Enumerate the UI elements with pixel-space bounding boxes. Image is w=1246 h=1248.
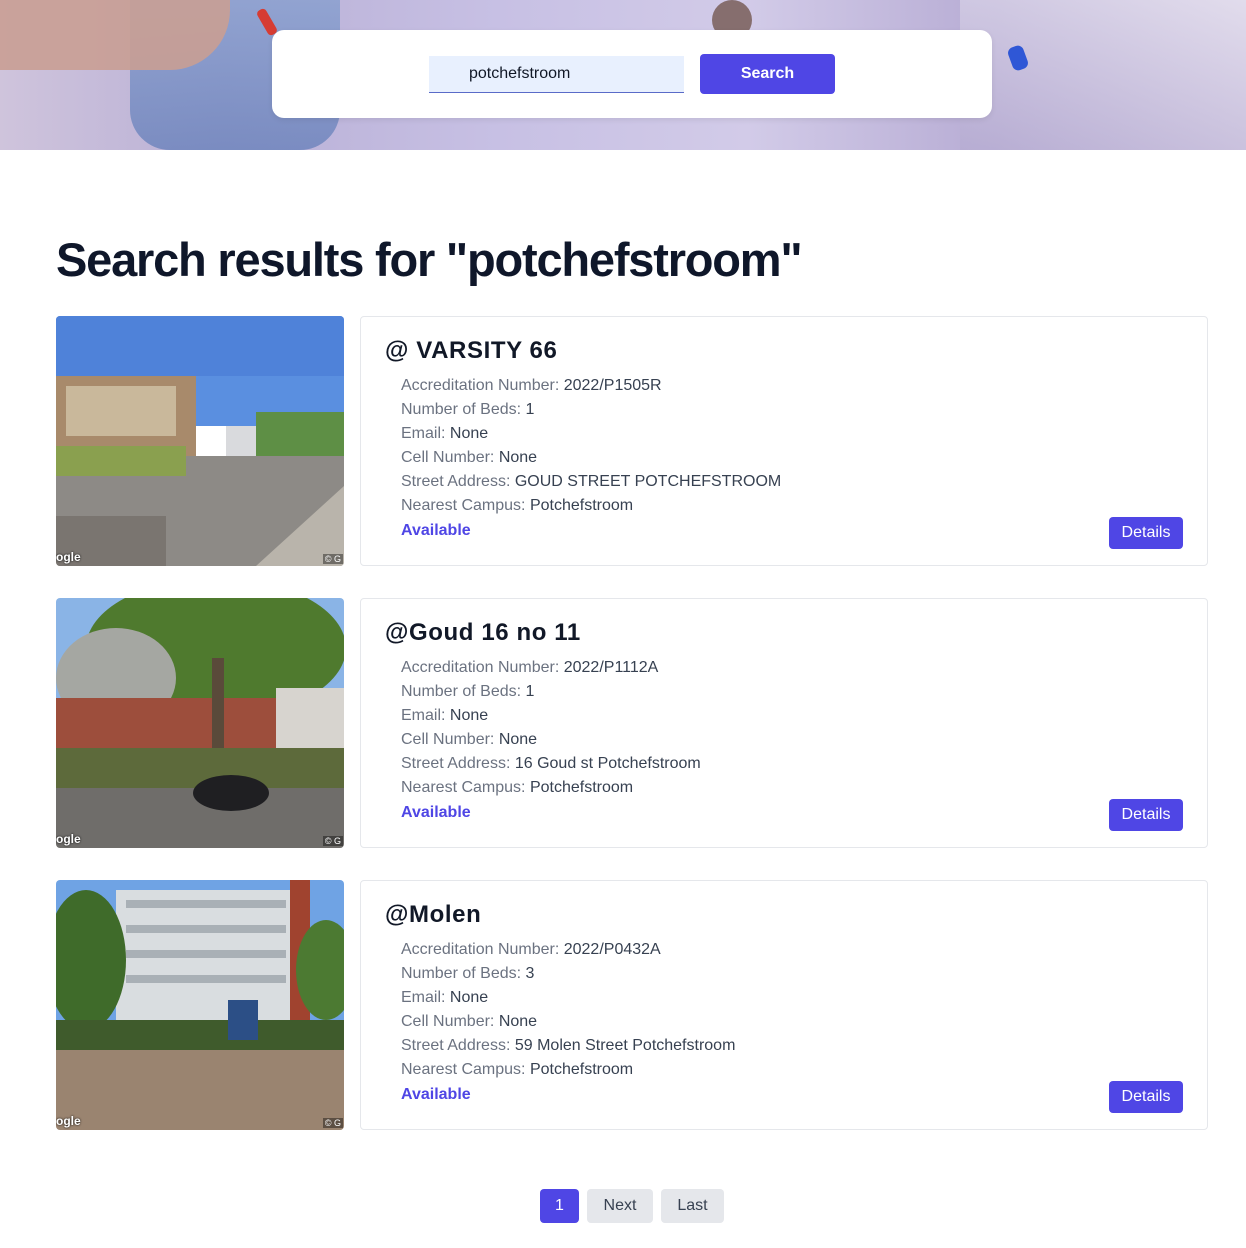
availability-status: Available — [401, 1086, 471, 1103]
result-item: ogle © G @Goud 16 no 11 Accreditation Nu… — [56, 598, 1208, 848]
beds-value: 1 — [525, 401, 535, 418]
result-photo[interactable]: ogle © G — [56, 316, 344, 566]
result-fields: Accreditation Number: 2022/P1505R Number… — [401, 374, 781, 518]
result-card: @ VARSITY 66 Accreditation Number: 2022/… — [360, 316, 1208, 566]
result-item: ogle © G @Molen Accreditation Number: 20… — [56, 880, 1208, 1130]
cell-field: Cell Number: None — [401, 446, 781, 470]
campus-field: Nearest Campus: Potchefstroom — [401, 776, 701, 800]
address-field: Street Address: 59 Molen Street Potchefs… — [401, 1034, 735, 1058]
beds-label: Number of Beds: — [401, 401, 526, 418]
hero-image-paper — [960, 0, 1246, 150]
result-photo[interactable]: ogle © G — [56, 598, 344, 848]
beds-value: 1 — [525, 683, 535, 700]
search-card: Search — [272, 30, 992, 118]
result-title: @Goud 16 no 11 — [385, 619, 581, 646]
accreditation-label: Accreditation Number: — [401, 941, 564, 958]
address-field: Street Address: 16 Goud st Potchefstroom — [401, 752, 701, 776]
email-field: Email: None — [401, 704, 701, 728]
accreditation-label: Accreditation Number: — [401, 377, 564, 394]
campus-value: Potchefstroom — [529, 779, 634, 796]
beds-value: 3 — [525, 965, 535, 982]
email-field: Email: None — [401, 422, 781, 446]
beds-label: Number of Beds: — [401, 683, 526, 700]
page-1-button[interactable]: 1 — [540, 1189, 579, 1223]
cell-value: None — [498, 449, 538, 466]
result-title: @Molen — [385, 901, 482, 928]
photo-copyright: © G — [322, 836, 343, 846]
availability-status: Available — [401, 804, 471, 821]
email-label: Email: — [401, 425, 450, 442]
accreditation-label: Accreditation Number: — [401, 659, 564, 676]
email-field: Email: None — [401, 986, 735, 1010]
photo-copyright: © G — [322, 1118, 343, 1128]
cell-value: None — [498, 1013, 538, 1030]
accreditation-field: Accreditation Number: 2022/P0432A — [401, 938, 735, 962]
cell-field: Cell Number: None — [401, 728, 701, 752]
availability-status: Available — [401, 522, 471, 539]
result-card: @Molen Accreditation Number: 2022/P0432A… — [360, 880, 1208, 1130]
details-button[interactable]: Details — [1109, 1081, 1183, 1113]
address-label: Street Address: — [401, 473, 515, 490]
accreditation-field: Accreditation Number: 2022/P1505R — [401, 374, 781, 398]
result-fields: Accreditation Number: 2022/P1112A Number… — [401, 656, 701, 800]
email-label: Email: — [401, 707, 450, 724]
hero-banner: Search — [0, 0, 1246, 150]
address-label: Street Address: — [401, 1037, 515, 1054]
page-title: Search results for "potchefstroom" — [56, 233, 803, 286]
result-title: @ VARSITY 66 — [385, 337, 558, 364]
campus-label: Nearest Campus: — [401, 497, 530, 514]
results-list: ogle © G @ VARSITY 66 Accreditation Numb… — [56, 316, 1208, 1162]
address-label: Street Address: — [401, 755, 515, 772]
beds-field: Number of Beds: 1 — [401, 398, 781, 422]
result-item: ogle © G @ VARSITY 66 Accreditation Numb… — [56, 316, 1208, 566]
photo-copyright: © G — [322, 554, 343, 564]
photo-watermark: ogle — [56, 550, 81, 564]
next-page-button[interactable]: Next — [587, 1189, 653, 1223]
email-value: None — [449, 989, 489, 1006]
details-button[interactable]: Details — [1109, 517, 1183, 549]
last-page-button[interactable]: Last — [661, 1189, 724, 1223]
address-value: 16 Goud st Potchefstroom — [514, 755, 701, 772]
photo-watermark: ogle — [56, 832, 81, 846]
accreditation-value: 2022/P1112A — [563, 659, 659, 676]
address-field: Street Address: GOUD STREET POTCHEFSTROO… — [401, 470, 781, 494]
photo-watermark: ogle — [56, 1114, 81, 1128]
email-label: Email: — [401, 989, 450, 1006]
hero-image-hand — [0, 0, 230, 70]
details-button[interactable]: Details — [1109, 799, 1183, 831]
email-value: None — [449, 707, 489, 724]
accreditation-value: 2022/P0432A — [563, 941, 661, 958]
address-value: 59 Molen Street Potchefstroom — [514, 1037, 736, 1054]
accreditation-value: 2022/P1505R — [563, 377, 662, 394]
campus-label: Nearest Campus: — [401, 1061, 530, 1078]
search-input[interactable] — [429, 56, 684, 93]
campus-label: Nearest Campus: — [401, 779, 530, 796]
campus-value: Potchefstroom — [529, 497, 634, 514]
beds-label: Number of Beds: — [401, 965, 526, 982]
cell-label: Cell Number: — [401, 449, 499, 466]
cell-label: Cell Number: — [401, 1013, 499, 1030]
campus-field: Nearest Campus: Potchefstroom — [401, 1058, 735, 1082]
search-button[interactable]: Search — [700, 54, 835, 94]
result-photo[interactable]: ogle © G — [56, 880, 344, 1130]
campus-value: Potchefstroom — [529, 1061, 634, 1078]
result-card: @Goud 16 no 11 Accreditation Number: 202… — [360, 598, 1208, 848]
cell-field: Cell Number: None — [401, 1010, 735, 1034]
beds-field: Number of Beds: 3 — [401, 962, 735, 986]
result-fields: Accreditation Number: 2022/P0432A Number… — [401, 938, 735, 1082]
email-value: None — [449, 425, 489, 442]
beds-field: Number of Beds: 1 — [401, 680, 701, 704]
cell-label: Cell Number: — [401, 731, 499, 748]
campus-field: Nearest Campus: Potchefstroom — [401, 494, 781, 518]
cell-value: None — [498, 731, 538, 748]
address-value: GOUD STREET POTCHEFSTROOM — [514, 473, 782, 490]
accreditation-field: Accreditation Number: 2022/P1112A — [401, 656, 701, 680]
